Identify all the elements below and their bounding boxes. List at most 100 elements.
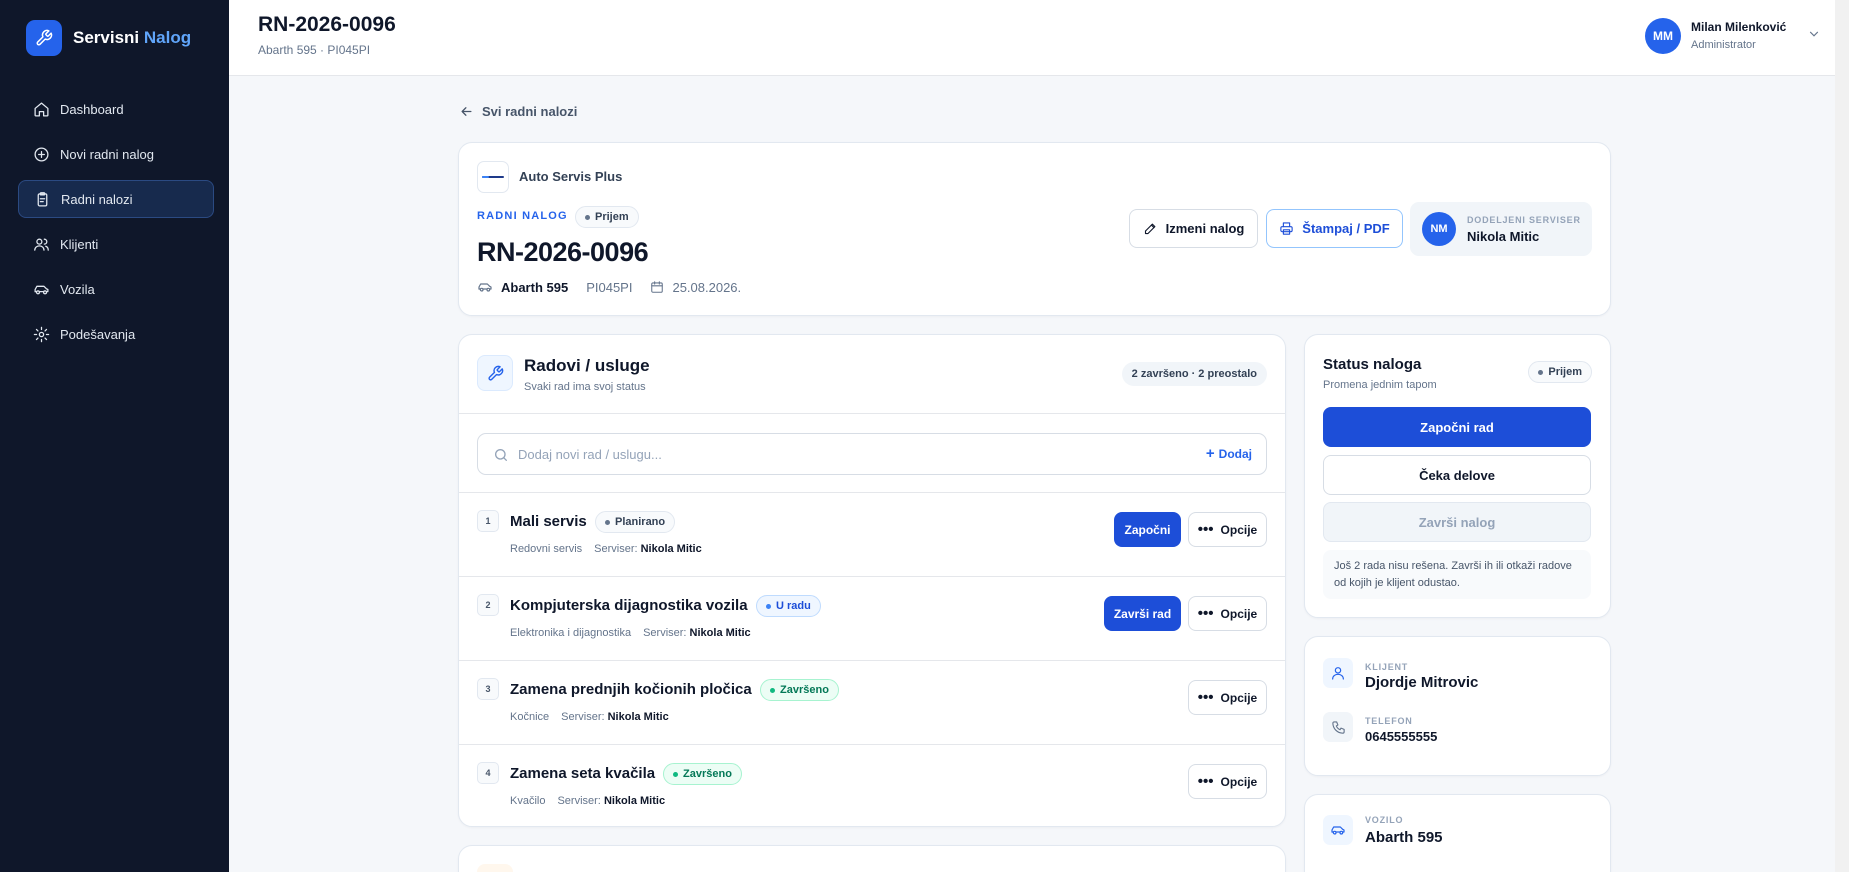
status-note: Još 2 rada nisu rešena. Završi ih ili ot… bbox=[1323, 550, 1591, 599]
options-button[interactable]: ••• Opcije bbox=[1188, 512, 1267, 547]
phone-icon bbox=[1323, 712, 1353, 742]
car-icon bbox=[34, 285, 49, 294]
scrollbar[interactable] bbox=[1835, 0, 1849, 872]
gear-icon bbox=[33, 326, 50, 342]
status-subtitle: Promena jednim tapom bbox=[1323, 379, 1437, 391]
status-title: Status naloga bbox=[1323, 356, 1422, 373]
order-vehicle: Abarth 595 bbox=[501, 279, 569, 295]
edit-order-button[interactable]: Izmeni nalog bbox=[1129, 209, 1258, 248]
user-role: Administrator bbox=[1691, 39, 1756, 51]
work-item: 4 Zamena seta kvačila Završeno Kvačilo Se… bbox=[459, 745, 1285, 826]
add-work-button[interactable]: + Dodaj bbox=[1205, 445, 1252, 462]
work-status-badge: Planirano bbox=[595, 511, 676, 533]
next-section-card bbox=[458, 845, 1286, 872]
sidebar-item-label: Vozila bbox=[60, 281, 95, 297]
page-subtitle: Abarth 595 · PI045PI bbox=[258, 43, 371, 57]
sidebar-item-orders[interactable]: Radni nalozi bbox=[18, 180, 214, 218]
arrow-left-icon bbox=[461, 107, 472, 116]
order-number: RN-2026-0096 bbox=[477, 237, 649, 267]
client-phone[interactable]: 0645555555 bbox=[1365, 729, 1437, 744]
order-meta: Abarth 595 PI045PI 25.08.2026. bbox=[477, 279, 741, 295]
brand-name: Servisni Nalog bbox=[73, 28, 192, 47]
options-button[interactable]: ••• Opcije bbox=[1188, 764, 1267, 799]
printer-icon bbox=[1280, 222, 1293, 235]
work-item: 3 Zamena prednjih kočionih pločica Završ… bbox=[459, 661, 1285, 745]
finish-work-button[interactable]: Završi rad bbox=[1104, 596, 1181, 631]
more-icon: ••• bbox=[1197, 688, 1214, 706]
vehicle-label: VOZILO bbox=[1365, 815, 1404, 825]
status-badge: Prijem bbox=[1528, 361, 1592, 383]
work-name: Zamena prednjih kočionih pločica bbox=[510, 681, 752, 698]
work-number: 2 bbox=[477, 594, 499, 616]
shop-logo-icon bbox=[482, 176, 504, 178]
sidebar-item-vehicles[interactable]: Vozila bbox=[18, 270, 214, 308]
vehicle-card: VOZILO Abarth 595 bbox=[1304, 794, 1611, 872]
add-work-search: +Dodaj bbox=[477, 433, 1267, 475]
finish-order-button: Završi nalog bbox=[1323, 502, 1591, 542]
status-card: Status naloga Promena jednim tapom Prije… bbox=[1304, 334, 1611, 618]
sidebar-item-label: Podešavanja bbox=[60, 326, 136, 342]
sidebar-item-clients[interactable]: Klijenti bbox=[18, 225, 214, 263]
work-item: 1 Mali servis Planirano Redovni servis Se… bbox=[459, 493, 1285, 577]
work-meta: Redovni servis Serviser: Nikola Mitic bbox=[510, 543, 702, 555]
client-name[interactable]: Djordje Mitrovic bbox=[1365, 674, 1478, 691]
brand[interactable]: Servisni Nalog bbox=[26, 20, 191, 56]
works-title: Radovi / usluge bbox=[524, 356, 650, 375]
order-label: RADNI NALOG bbox=[477, 210, 568, 222]
work-name: Zamena seta kvačila bbox=[510, 765, 656, 782]
vehicle-name[interactable]: Abarth 595 bbox=[1365, 829, 1443, 846]
order-date: 25.08.2026. bbox=[672, 279, 742, 295]
sidebar-item-settings[interactable]: Podešavanja bbox=[18, 315, 214, 353]
more-icon: ••• bbox=[1197, 604, 1214, 622]
assigned-label: DODELJENI SERVISER bbox=[1467, 215, 1581, 225]
avatar: MM bbox=[1645, 18, 1681, 54]
pencil-icon bbox=[1144, 223, 1156, 235]
car-icon bbox=[1323, 815, 1353, 845]
sidebar-item-label: Klijenti bbox=[60, 236, 99, 252]
more-icon: ••• bbox=[1197, 772, 1214, 790]
user-menu[interactable]: MM Milan Milenković Administrator bbox=[1645, 17, 1835, 57]
sidebar-nav: Dashboard Novi radni nalog Radni nalozi … bbox=[18, 90, 214, 360]
sidebar-item-label: Novi radni nalog bbox=[60, 146, 154, 162]
users-icon bbox=[34, 238, 49, 251]
add-work-input[interactable] bbox=[518, 444, 1168, 464]
work-number: 3 bbox=[477, 678, 499, 700]
plus-icon: + bbox=[1205, 445, 1215, 462]
sidebar-item-label: Dashboard bbox=[60, 101, 124, 117]
print-pdf-button[interactable]: Štampaj / PDF bbox=[1266, 209, 1403, 248]
status-badge: Prijem bbox=[575, 206, 639, 228]
order-plate: PI045PI bbox=[586, 279, 633, 295]
user-name: Milan Milenković bbox=[1691, 20, 1787, 34]
order-header-card: Auto Servis Plus RADNI NALOG Prijem RN-2… bbox=[458, 142, 1611, 316]
options-button[interactable]: ••• Opcije bbox=[1188, 680, 1267, 715]
work-name: Mali servis bbox=[510, 513, 587, 530]
sidebar: Servisni Nalog Dashboard Novi radni nalo… bbox=[0, 0, 229, 872]
section-icon bbox=[477, 864, 513, 872]
works-count-badge: 2 završeno · 2 preostalo bbox=[1121, 362, 1267, 386]
home-icon bbox=[34, 101, 49, 117]
shop-logo bbox=[477, 161, 509, 193]
search-icon bbox=[495, 449, 507, 461]
sidebar-item-new-order[interactable]: Novi radni nalog bbox=[18, 135, 214, 173]
shop-name: Auto Servis Plus bbox=[519, 169, 623, 184]
clipboard-icon bbox=[37, 191, 48, 207]
sidebar-item-dashboard[interactable]: Dashboard bbox=[18, 90, 214, 128]
back-link[interactable]: Svi radni nalozi bbox=[459, 104, 577, 119]
back-link-label: Svi radni nalozi bbox=[482, 104, 578, 119]
works-subtitle: Svaki rad ima svoj status bbox=[524, 381, 646, 393]
work-number: 4 bbox=[477, 762, 499, 784]
waiting-parts-button[interactable]: Čeka delove bbox=[1323, 455, 1591, 495]
divider bbox=[459, 413, 1285, 414]
work-status-badge: Završeno bbox=[663, 763, 742, 785]
options-button[interactable]: ••• Opcije bbox=[1188, 596, 1267, 631]
sidebar-item-label: Radni nalozi bbox=[61, 191, 133, 207]
client-card: KLIJENT Djordje Mitrovic TELEFON 0645555… bbox=[1304, 636, 1611, 776]
work-name: Kompjuterska dijagnostika vozila bbox=[510, 597, 748, 614]
topbar: RN-2026-0096 Abarth 595 · PI045PI MM Mil… bbox=[229, 0, 1835, 76]
page-title: RN-2026-0096 bbox=[258, 13, 396, 36]
start-work-button[interactable]: Započni bbox=[1114, 512, 1181, 547]
assigned-serviser: NM DODELJENI SERVISER Nikola Mitic bbox=[1410, 202, 1592, 256]
wrench-icon bbox=[26, 20, 62, 56]
start-order-button[interactable]: Započni rad bbox=[1323, 407, 1591, 447]
work-item: 2 Kompjuterska dijagnostika vozila U rad… bbox=[459, 577, 1285, 661]
